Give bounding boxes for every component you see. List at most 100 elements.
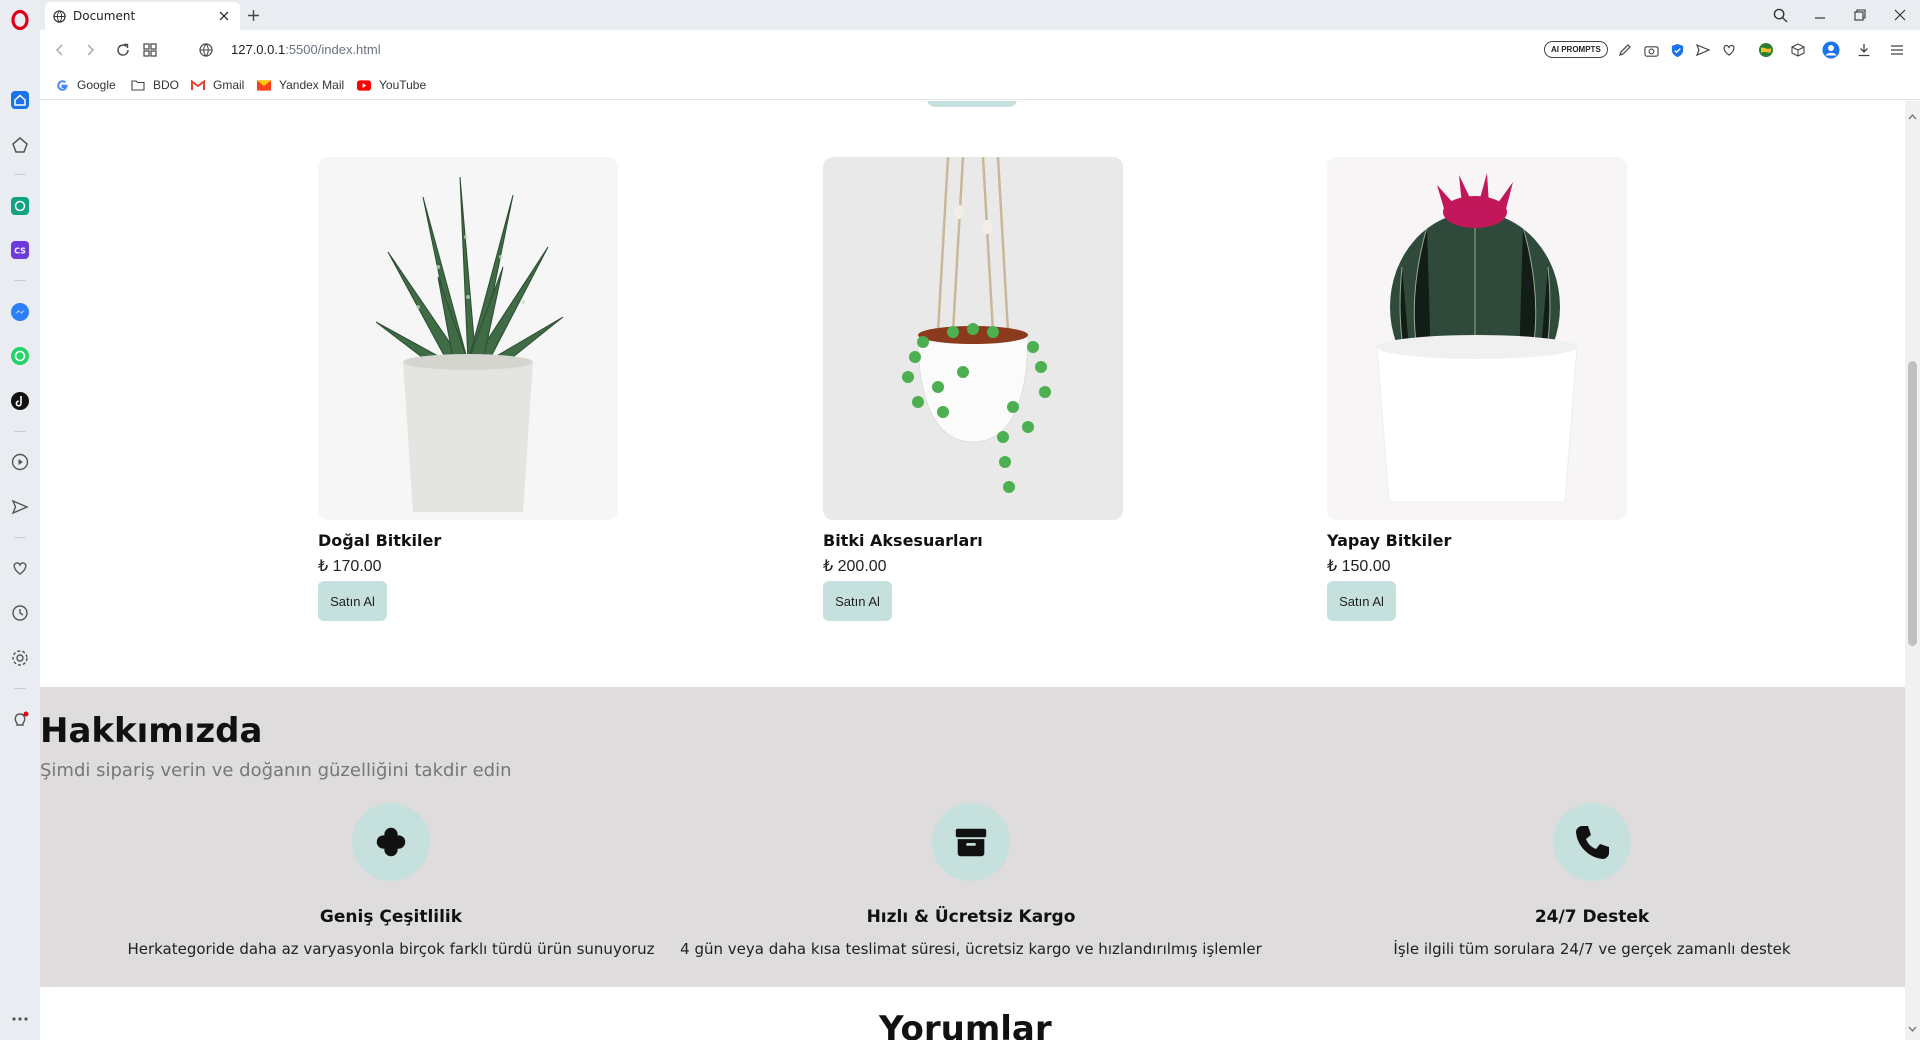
tab-title: Document — [73, 9, 136, 23]
bookmarks-bar: Google BDO Gmail Yandex Mail YouTube — [40, 70, 1920, 100]
feature-title: Hızlı & Ücretsiz Kargo — [866, 907, 1076, 927]
tabs-grid-icon[interactable] — [140, 40, 160, 60]
edit-icon[interactable] — [1615, 40, 1635, 60]
menu-icon[interactable] — [1887, 40, 1907, 60]
heart-icon[interactable] — [1719, 40, 1739, 60]
player-icon[interactable] — [8, 450, 32, 474]
opera-logo-icon[interactable] — [8, 8, 32, 32]
shield-icon[interactable] — [1667, 40, 1687, 60]
product-card: Bitki Aksesuarları ₺ 200.00 Satın Al — [823, 157, 1123, 621]
buy-button[interactable]: Satın Al — [1327, 581, 1396, 621]
bookmark-label: Google — [77, 78, 116, 92]
feature-title: 24/7 Destek — [1534, 907, 1650, 927]
messenger-icon[interactable] — [8, 300, 32, 324]
scroll-up-arrow-icon[interactable] — [1908, 105, 1917, 124]
close-window-icon[interactable] — [1889, 4, 1911, 26]
svg-text:CS: CS — [14, 247, 26, 256]
minimize-icon[interactable] — [1809, 4, 1831, 26]
url-field[interactable]: 127.0.0.1:5500/index.html — [231, 42, 381, 57]
google-icon — [55, 78, 69, 92]
download-icon[interactable] — [1854, 40, 1874, 60]
tab-document[interactable]: Document — [45, 2, 240, 30]
about-title: Hakkımızda — [40, 711, 263, 751]
product-card: Doğal Bitkiler ₺ 170.00 Satın Al — [318, 157, 618, 621]
url-path: :5500/index.html — [285, 42, 381, 57]
gmail-icon — [191, 78, 205, 92]
more-icon[interactable] — [8, 1007, 32, 1031]
bookmark-gmail[interactable]: Gmail — [191, 77, 244, 93]
chatgpt-icon[interactable] — [8, 194, 32, 218]
vpn-globe-icon[interactable] — [1756, 40, 1776, 60]
feature-support: 24/7 Destek İşle ilgili tüm sorulara 24/… — [1292, 803, 1892, 958]
feature-description: İşle ilgili tüm sorulara 24/7 ve gerçek … — [1393, 940, 1791, 958]
bookmark-label: BDO — [153, 78, 180, 92]
feature-description: 4 gün veya daha kısa teslimat süresi, üc… — [680, 940, 1262, 958]
product-price: ₺ 200.00 — [823, 558, 887, 575]
bookmark-bdo[interactable]: BDO — [131, 77, 179, 93]
folder-icon — [131, 78, 145, 92]
history-icon[interactable] — [8, 601, 32, 625]
new-tab-icon[interactable] — [244, 6, 262, 24]
tiktok-icon[interactable] — [8, 389, 32, 413]
speed-dial-icon[interactable] — [8, 133, 32, 157]
scrollbar-thumb[interactable] — [1908, 361, 1917, 646]
feature-variety: Geniş Çeşitlilik Herkategoride daha az v… — [91, 803, 691, 958]
tab-close-icon[interactable] — [216, 8, 232, 24]
opera-sidebar: CS — [0, 0, 40, 1040]
back-icon[interactable] — [50, 40, 70, 60]
bookmark-youtube[interactable]: YouTube — [357, 77, 426, 93]
clover-icon — [352, 803, 430, 881]
send-icon[interactable] — [1693, 40, 1713, 60]
bookmark-google[interactable]: Google — [55, 77, 116, 93]
search-tabs-icon[interactable] — [1769, 4, 1791, 26]
heart-icon[interactable] — [8, 556, 32, 580]
send-icon[interactable] — [8, 495, 32, 519]
lightbulb-icon[interactable] — [8, 708, 32, 732]
product-price: ₺ 170.00 — [318, 558, 382, 575]
tab-bar: Document — [40, 0, 1920, 30]
globe-icon — [53, 9, 66, 23]
buy-button[interactable]: Satın Al — [823, 581, 892, 621]
page-viewport: Doğal Bitkiler ₺ 170.00 Satın Al Bitki A… — [40, 101, 1905, 1040]
product-image-aloe-plant — [318, 157, 618, 520]
box-icon — [932, 803, 1010, 881]
feature-description: Herkategoride daha az varyasyonla birçok… — [127, 940, 655, 958]
reload-icon[interactable] — [113, 40, 133, 60]
ai-prompts-button[interactable]: AI PROMPTS — [1544, 41, 1608, 58]
about-section: Hakkımızda Şimdi sipariş verin ve doğanı… — [40, 687, 1905, 987]
bookmark-label: Gmail — [213, 78, 245, 92]
feature-shipping: Hızlı & Ücretsiz Kargo 4 gün veya daha k… — [671, 803, 1271, 958]
reviews-heading: Yorumlar — [879, 1009, 1052, 1040]
youtube-icon — [357, 78, 371, 92]
bookmark-label: Yandex Mail — [279, 78, 345, 92]
site-info-icon[interactable] — [196, 40, 216, 60]
product-name: Bitki Aksesuarları — [823, 531, 983, 550]
product-price: ₺ 150.00 — [1327, 558, 1391, 575]
scroll-down-arrow-icon[interactable] — [1908, 1017, 1917, 1036]
page-scrollbar[interactable] — [1905, 101, 1920, 1040]
about-subtitle: Şimdi sipariş verin ve doğanın güzelliği… — [40, 760, 512, 781]
partial-button[interactable] — [927, 101, 1017, 107]
forward-icon[interactable] — [80, 40, 100, 60]
snapshot-icon[interactable] — [1641, 40, 1661, 60]
product-image-hanging-planter — [823, 157, 1123, 520]
settings-icon[interactable] — [8, 646, 32, 670]
product-image-cactus — [1327, 157, 1627, 520]
product-card: Yapay Bitkiler ₺ 150.00 Satın Al — [1327, 157, 1627, 621]
bookmark-label: YouTube — [379, 78, 427, 92]
url-host: 127.0.0.1 — [231, 42, 286, 57]
bookmark-yandex-mail[interactable]: Yandex Mail — [257, 77, 344, 93]
phone-icon — [1553, 803, 1631, 881]
whatsapp-icon[interactable] — [8, 344, 32, 368]
address-bar: 127.0.0.1:5500/index.html AI PROMPTS — [40, 30, 1920, 70]
feature-title: Geniş Çeşitlilik — [319, 907, 463, 927]
profile-avatar-icon[interactable] — [1821, 40, 1841, 60]
buy-button[interactable]: Satın Al — [318, 581, 387, 621]
chatsonic-icon[interactable]: CS — [8, 238, 32, 262]
product-name: Doğal Bitkiler — [318, 531, 442, 550]
yandex-mail-icon — [257, 78, 271, 92]
product-name: Yapay Bitkiler — [1327, 531, 1452, 550]
extensions-cube-icon[interactable] — [1788, 40, 1808, 60]
restore-icon[interactable] — [1849, 4, 1871, 26]
home-icon[interactable] — [8, 88, 32, 112]
